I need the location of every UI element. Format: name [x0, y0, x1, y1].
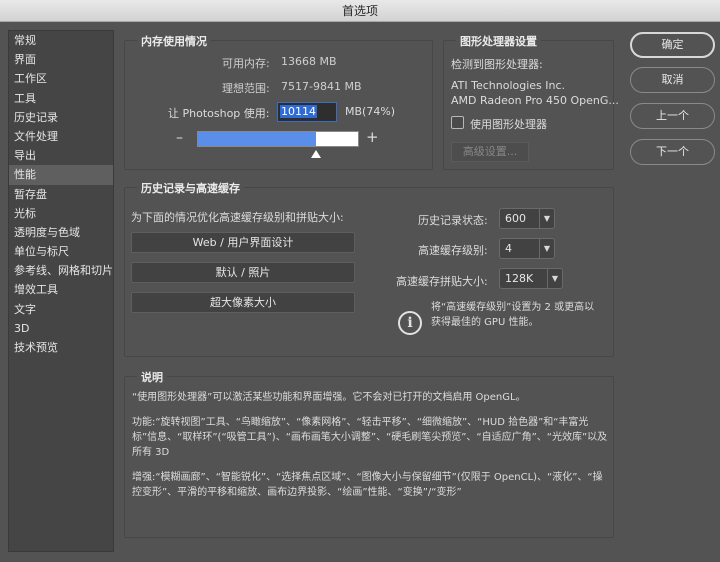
sidebar-item[interactable]: 参考线、网格和切片	[9, 261, 113, 280]
tile-size-select[interactable]: 128K ▼	[499, 268, 563, 289]
gpu-vendor: ATI Technologies Inc.	[451, 79, 566, 92]
decrease-memory-icon[interactable]: –	[176, 130, 183, 146]
history-cache-title: 历史记录与高速缓存	[137, 180, 244, 196]
sidebar-item[interactable]: 3D	[9, 319, 113, 338]
category-sidebar[interactable]: 常规 界面 工作区 工具 历史记录 文件处理 导出 性能 暂存盘 光标 透明度与色域 单位与标尺 参考线…	[8, 30, 114, 552]
sidebar-item[interactable]: 历史记录	[9, 108, 113, 127]
sidebar-item[interactable]: 技术预览	[9, 338, 113, 357]
sidebar-item[interactable]: 性能	[9, 165, 113, 185]
cache-info-line1: 将“高速缓存级别”设置为 2 或更高以	[431, 302, 595, 313]
sidebar-item[interactable]: 光标	[9, 204, 113, 223]
ideal-range-label: 理想范围:	[222, 82, 270, 95]
huge-pixel-size-button[interactable]: 超大像素大小	[131, 292, 355, 313]
memory-slider-fill	[198, 132, 317, 146]
sidebar-item[interactable]: 增效工具	[9, 280, 113, 299]
web-ui-design-button[interactable]: Web / 用户界面设计	[131, 232, 355, 253]
description-title: 说明	[137, 369, 167, 385]
description-intro: “使用图形处理器”可以激活某些功能和界面增强。它不会对已打开的文档启用 Open…	[132, 392, 526, 403]
photoshop-use-label: 让 Photoshop 使用:	[168, 107, 270, 120]
cache-levels-label: 高速缓存级别:	[418, 244, 488, 257]
memory-usage-title: 内存使用情况	[137, 33, 211, 49]
cancel-button[interactable]: 取消	[630, 67, 715, 93]
window-title: 首选项	[341, 4, 378, 18]
gpu-model: AMD Radeon Pro 450 OpenG...	[451, 94, 619, 107]
use-gpu-checkbox[interactable]	[451, 116, 464, 129]
memory-slider[interactable]	[197, 131, 359, 147]
previous-button[interactable]: 上一个	[630, 103, 715, 129]
memory-usage-value: 10114	[280, 105, 317, 118]
sidebar-item[interactable]: 常规	[9, 31, 113, 50]
advanced-settings-button: 高级设置...	[451, 142, 529, 162]
available-memory-value: 13668 MB	[281, 55, 337, 68]
history-states-select[interactable]: 600 ▼	[499, 208, 555, 229]
sidebar-item[interactable]: 导出	[9, 146, 113, 165]
use-gpu-label[interactable]: 使用图形处理器	[470, 116, 547, 132]
chevron-down-icon: ▼	[547, 269, 562, 288]
sidebar-item[interactable]: 文件处理	[9, 127, 113, 146]
sidebar-item[interactable]: 暂存盘	[9, 185, 113, 204]
description-enhancements: 增强:“模糊画廊”、“智能锐化”、“选择焦点区域”、“图像大小与保留细节”(仅限…	[132, 472, 603, 498]
default-photo-button[interactable]: 默认 / 照片	[131, 262, 355, 283]
gpu-settings-title: 图形处理器设置	[456, 33, 541, 49]
tile-size-value: 128K	[505, 272, 534, 285]
memory-usage-suffix: MB(74%)	[345, 105, 396, 118]
gpu-detected-label: 检测到图形处理器:	[451, 58, 543, 71]
cache-levels-value: 4	[505, 242, 512, 255]
next-button[interactable]: 下一个	[630, 139, 715, 165]
increase-memory-icon[interactable]: +	[366, 128, 379, 146]
sidebar-item[interactable]: 单位与标尺	[9, 242, 113, 261]
info-icon: i	[398, 311, 422, 335]
optimize-cache-label: 为下面的情况优化高速缓存级别和拼贴大小:	[131, 211, 344, 224]
sidebar-item[interactable]: 文字	[9, 300, 113, 319]
sidebar-item[interactable]: 工作区	[9, 69, 113, 88]
window-titlebar: 首选项	[0, 0, 720, 22]
cache-levels-select[interactable]: 4 ▼	[499, 238, 555, 259]
ok-button[interactable]: 确定	[630, 32, 715, 58]
chevron-down-icon: ▼	[539, 239, 554, 258]
available-memory-label: 可用内存:	[222, 57, 270, 70]
tile-size-label: 高速缓存拼贴大小:	[396, 275, 488, 288]
sidebar-item[interactable]: 工具	[9, 89, 113, 108]
sidebar-item[interactable]: 透明度与色域	[9, 223, 113, 242]
memory-slider-handle[interactable]	[311, 150, 321, 158]
chevron-down-icon: ▼	[539, 209, 554, 228]
ideal-range-value: 7517-9841 MB	[281, 80, 362, 93]
sidebar-item[interactable]: 界面	[9, 50, 113, 69]
history-states-value: 600	[505, 212, 526, 225]
history-states-label: 历史记录状态:	[418, 214, 488, 227]
description-features: 功能:“旋转视图”工具、“鸟瞰缩放”、“像素网格”、“轻击平移”、“细微缩放”、…	[132, 417, 608, 458]
cache-info-line2: 获得最佳的 GPU 性能。	[431, 317, 539, 328]
memory-usage-input[interactable]: 10114	[277, 102, 337, 122]
